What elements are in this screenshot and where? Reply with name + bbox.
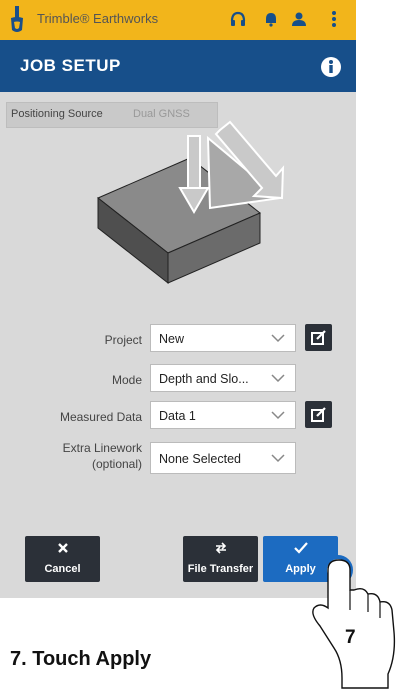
headset-icon[interactable] (229, 10, 247, 28)
edit-measured-data-button[interactable] (305, 401, 332, 428)
chevron-down-icon (271, 454, 285, 463)
kebab-menu-icon[interactable] (325, 10, 343, 28)
project-label: Project (104, 333, 142, 347)
mode-label: Mode (111, 373, 142, 387)
app-name: Trimble® Earthworks (37, 11, 159, 26)
cancel-label: Cancel (44, 563, 81, 575)
file-transfer-icon (215, 542, 226, 554)
extra-linework-optional: (optional) (91, 457, 142, 471)
extra-linework-label: Extra Linework (62, 441, 142, 455)
mode-select[interactable]: Depth and Slo... (150, 364, 296, 392)
file-transfer-label: File Transfer (187, 563, 254, 575)
page-header: JOB SETUP (0, 40, 356, 92)
bell-icon[interactable] (262, 10, 280, 28)
project-value: New (159, 332, 185, 346)
step-number: 7 (345, 627, 356, 648)
extra-linework-select[interactable]: None Selected (150, 442, 296, 474)
chevron-down-icon (271, 411, 285, 420)
close-icon (57, 543, 68, 553)
edit-icon (311, 330, 326, 345)
instruction-caption: 7. Touch Apply (10, 648, 152, 670)
edit-icon (311, 407, 326, 422)
project-select[interactable]: New (150, 324, 296, 352)
mode-value: Depth and Slo... (159, 372, 249, 386)
page-title: JOB SETUP (20, 56, 121, 75)
file-transfer-button[interactable]: File Transfer (183, 536, 258, 582)
measured-data-select[interactable]: Data 1 (150, 401, 296, 429)
extra-linework-value: None Selected (159, 452, 242, 466)
cancel-button[interactable]: Cancel (25, 536, 100, 582)
chevron-down-icon (271, 334, 285, 343)
measured-data-value: Data 1 (159, 409, 196, 423)
pointing-hand-icon (312, 555, 396, 689)
info-icon[interactable] (320, 56, 342, 78)
trimble-logo-icon (11, 6, 23, 32)
user-icon[interactable] (290, 10, 308, 28)
measured-data-label: Measured Data (59, 410, 142, 424)
chevron-down-icon (271, 374, 285, 383)
device-screen: Trimble® Earthworks JOB SETUP Positionin… (0, 0, 356, 598)
edit-project-button[interactable] (305, 324, 332, 351)
status-top-bar: Trimble® Earthworks (0, 0, 356, 40)
depth-slope-diagram (97, 120, 285, 285)
